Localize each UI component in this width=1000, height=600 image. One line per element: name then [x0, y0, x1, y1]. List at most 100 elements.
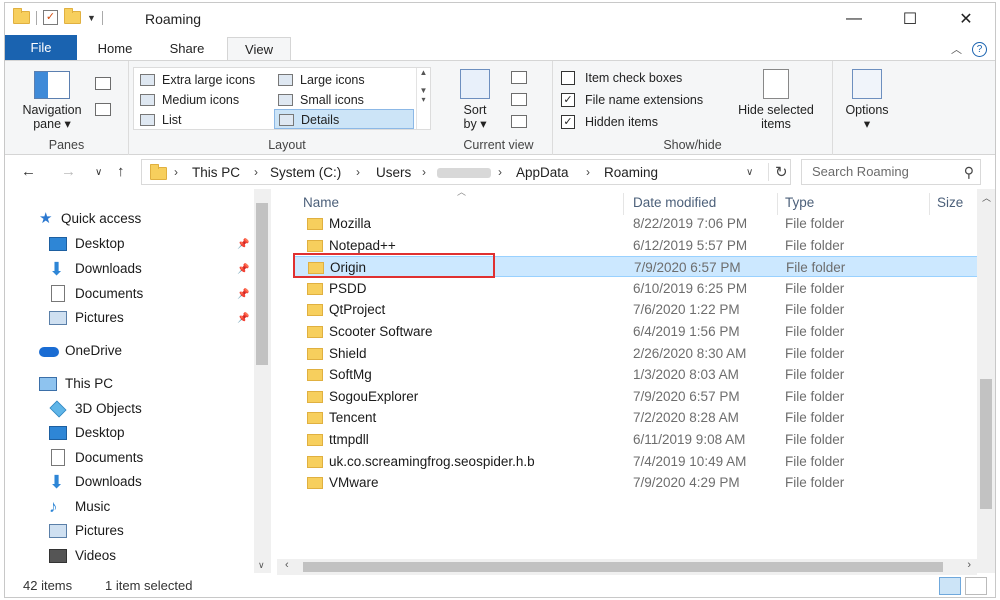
file-date-modified: 7/9/2020 6:57 PM: [634, 260, 741, 276]
breadcrumb-separator[interactable]: ›: [174, 165, 178, 179]
file-name-extensions-toggle[interactable]: ✓ File name extensions: [561, 91, 703, 109]
new-folder-icon[interactable]: [64, 8, 81, 24]
preview-pane-button[interactable]: [95, 75, 111, 91]
recent-locations-icon[interactable]: ∨: [95, 167, 102, 178]
table-row[interactable]: Scooter Software 6/4/2019 1:56 PM File fol…: [293, 321, 979, 342]
hidden-items-checkbox[interactable]: ✓: [561, 115, 575, 129]
file-list-scroll-thumb[interactable]: [980, 379, 992, 509]
horizontal-scroll-thumb[interactable]: [303, 562, 943, 572]
table-row[interactable]: Tencent 7/2/2020 8:28 AM File folder: [293, 407, 979, 428]
help-icon[interactable]: ?: [972, 41, 987, 57]
file-list-scrollbar[interactable]: ︿: [977, 189, 995, 573]
nav-label: Documents: [75, 450, 144, 465]
details-pane-button[interactable]: [95, 101, 111, 117]
forward-icon[interactable]: →: [61, 163, 76, 180]
table-row[interactable]: SogouExplorer 7/9/2020 6:57 PM File folder: [293, 386, 979, 407]
window-title: Roaming: [145, 11, 202, 27]
minimize-ribbon-icon[interactable]: ︿: [951, 41, 962, 57]
minimize-button[interactable]: —: [831, 3, 877, 35]
large-icons-view-button[interactable]: [965, 577, 987, 595]
column-header-size[interactable]: Size: [937, 195, 963, 210]
column-header-date-modified[interactable]: Date modified: [633, 195, 716, 210]
table-row[interactable]: Origin 7/9/2020 6:57 PM File folder: [293, 256, 979, 278]
layout-list[interactable]: List: [136, 110, 272, 130]
table-row[interactable]: Mozilla 8/22/2019 7:06 PM File folder: [293, 213, 979, 234]
nav-label: Downloads: [75, 474, 142, 489]
file-date-modified: 7/4/2019 10:49 AM: [633, 453, 747, 469]
group-by-button[interactable]: [511, 69, 527, 85]
breadcrumb-roaming[interactable]: Roaming: [604, 165, 658, 180]
refresh-icon[interactable]: ↻: [768, 163, 788, 181]
layout-extra-large-icons[interactable]: Extra large icons: [136, 70, 272, 90]
hidden-items-toggle[interactable]: ✓ Hidden items: [561, 113, 658, 131]
file-name: VMware: [329, 475, 379, 491]
table-row[interactable]: uk.co.screamingfrog.seospider.h.b 7/4/201…: [293, 451, 979, 472]
downloads-icon: ⬇: [49, 259, 65, 279]
maximize-button[interactable]: ☐: [887, 3, 933, 35]
address-dropdown-icon[interactable]: ∨: [746, 167, 753, 178]
nav-pane-scrollbar[interactable]: ∨: [254, 189, 271, 573]
details-view-button[interactable]: [939, 577, 961, 595]
customize-toolbar-icon[interactable]: ▼: [87, 13, 96, 23]
breadcrumb-separator[interactable]: ›: [356, 165, 360, 179]
scroll-down-icon[interactable]: ∨: [258, 560, 265, 571]
current-view-label: Current view: [463, 138, 534, 152]
breadcrumb-separator[interactable]: ›: [254, 165, 258, 179]
pin-icon: 📌: [237, 289, 250, 300]
column-header-type[interactable]: Type: [785, 195, 814, 210]
folder-icon: [307, 239, 323, 252]
table-row[interactable]: ttmpdll 6/11/2019 9:08 AM File folder: [293, 429, 979, 450]
layout-scroll[interactable]: ▲ ▼ ▾: [416, 68, 430, 129]
layout-medium-icons[interactable]: Medium icons: [136, 90, 272, 110]
scroll-right-icon[interactable]: ›: [967, 559, 971, 571]
properties-icon[interactable]: ✓: [43, 10, 58, 25]
options-button[interactable]: Options ▾: [837, 69, 897, 131]
hide-selected-items-button[interactable]: Hide selected items: [729, 69, 823, 131]
scroll-left-icon[interactable]: ‹: [285, 559, 289, 571]
nav-label: This PC: [65, 376, 114, 391]
table-row[interactable]: SoftMg 1/3/2020 8:03 AM File folder: [293, 364, 979, 385]
layout-small-icons[interactable]: Small icons: [274, 90, 414, 110]
horizontal-scrollbar[interactable]: ‹ ›: [277, 559, 977, 575]
tab-home[interactable]: Home: [85, 37, 145, 61]
scroll-up-icon[interactable]: ︿: [982, 191, 991, 204]
column-divider[interactable]: [623, 193, 624, 215]
breadcrumb-separator[interactable]: ›: [422, 165, 426, 179]
breadcrumb-separator[interactable]: ›: [498, 165, 502, 179]
breadcrumb-users[interactable]: Users: [376, 165, 411, 180]
star-icon: ★: [39, 210, 53, 227]
sort-by-button[interactable]: Sort by ▾: [455, 69, 495, 131]
search-input[interactable]: Search Roaming ⚲: [801, 159, 981, 185]
size-columns-button[interactable]: [511, 113, 527, 129]
item-check-boxes-checkbox[interactable]: [561, 71, 575, 85]
breadcrumb-this-pc[interactable]: This PC: [192, 165, 240, 180]
add-columns-button[interactable]: [511, 91, 527, 107]
item-check-boxes-toggle[interactable]: Item check boxes: [561, 69, 682, 87]
table-row[interactable]: Shield 2/26/2020 8:30 AM File folder: [293, 343, 979, 364]
column-header-name[interactable]: Name: [303, 195, 339, 210]
up-icon[interactable]: ↑: [117, 163, 125, 180]
navigation-pane-button[interactable]: Navigation pane ▾: [13, 71, 91, 131]
table-row[interactable]: PSDD 6/10/2019 6:25 PM File folder: [293, 278, 979, 299]
layout-details[interactable]: Details: [274, 109, 414, 129]
sort-dropdown: by ▾: [463, 117, 487, 131]
breadcrumb-system-c[interactable]: System (C:): [270, 165, 341, 180]
back-icon[interactable]: ←: [21, 163, 36, 180]
close-button[interactable]: ✕: [943, 3, 989, 35]
tab-share[interactable]: Share: [157, 37, 217, 61]
tab-file[interactable]: File: [5, 35, 77, 61]
table-row[interactable]: Notepad++ 6/12/2019 5:57 PM File folder: [293, 235, 979, 256]
table-row[interactable]: VMware 7/9/2020 4:29 PM File folder: [293, 472, 979, 493]
layout-large-icons[interactable]: Large icons: [274, 70, 414, 90]
search-icon[interactable]: ⚲: [964, 164, 974, 181]
column-divider[interactable]: [777, 193, 778, 215]
tab-view[interactable]: View: [227, 37, 291, 61]
column-divider[interactable]: [929, 193, 930, 215]
table-row[interactable]: QtProject 7/6/2020 1:22 PM File folder: [293, 299, 979, 320]
breadcrumb-appdata[interactable]: AppData: [516, 165, 569, 180]
address-bar[interactable]: › This PC › System (C:) › Users › › AppD…: [141, 159, 791, 185]
nav-label: Documents: [75, 286, 144, 301]
breadcrumb-separator[interactable]: ›: [586, 165, 590, 179]
nav-pane-scroll-thumb[interactable]: [256, 203, 268, 365]
file-name-extensions-checkbox[interactable]: ✓: [561, 93, 575, 107]
